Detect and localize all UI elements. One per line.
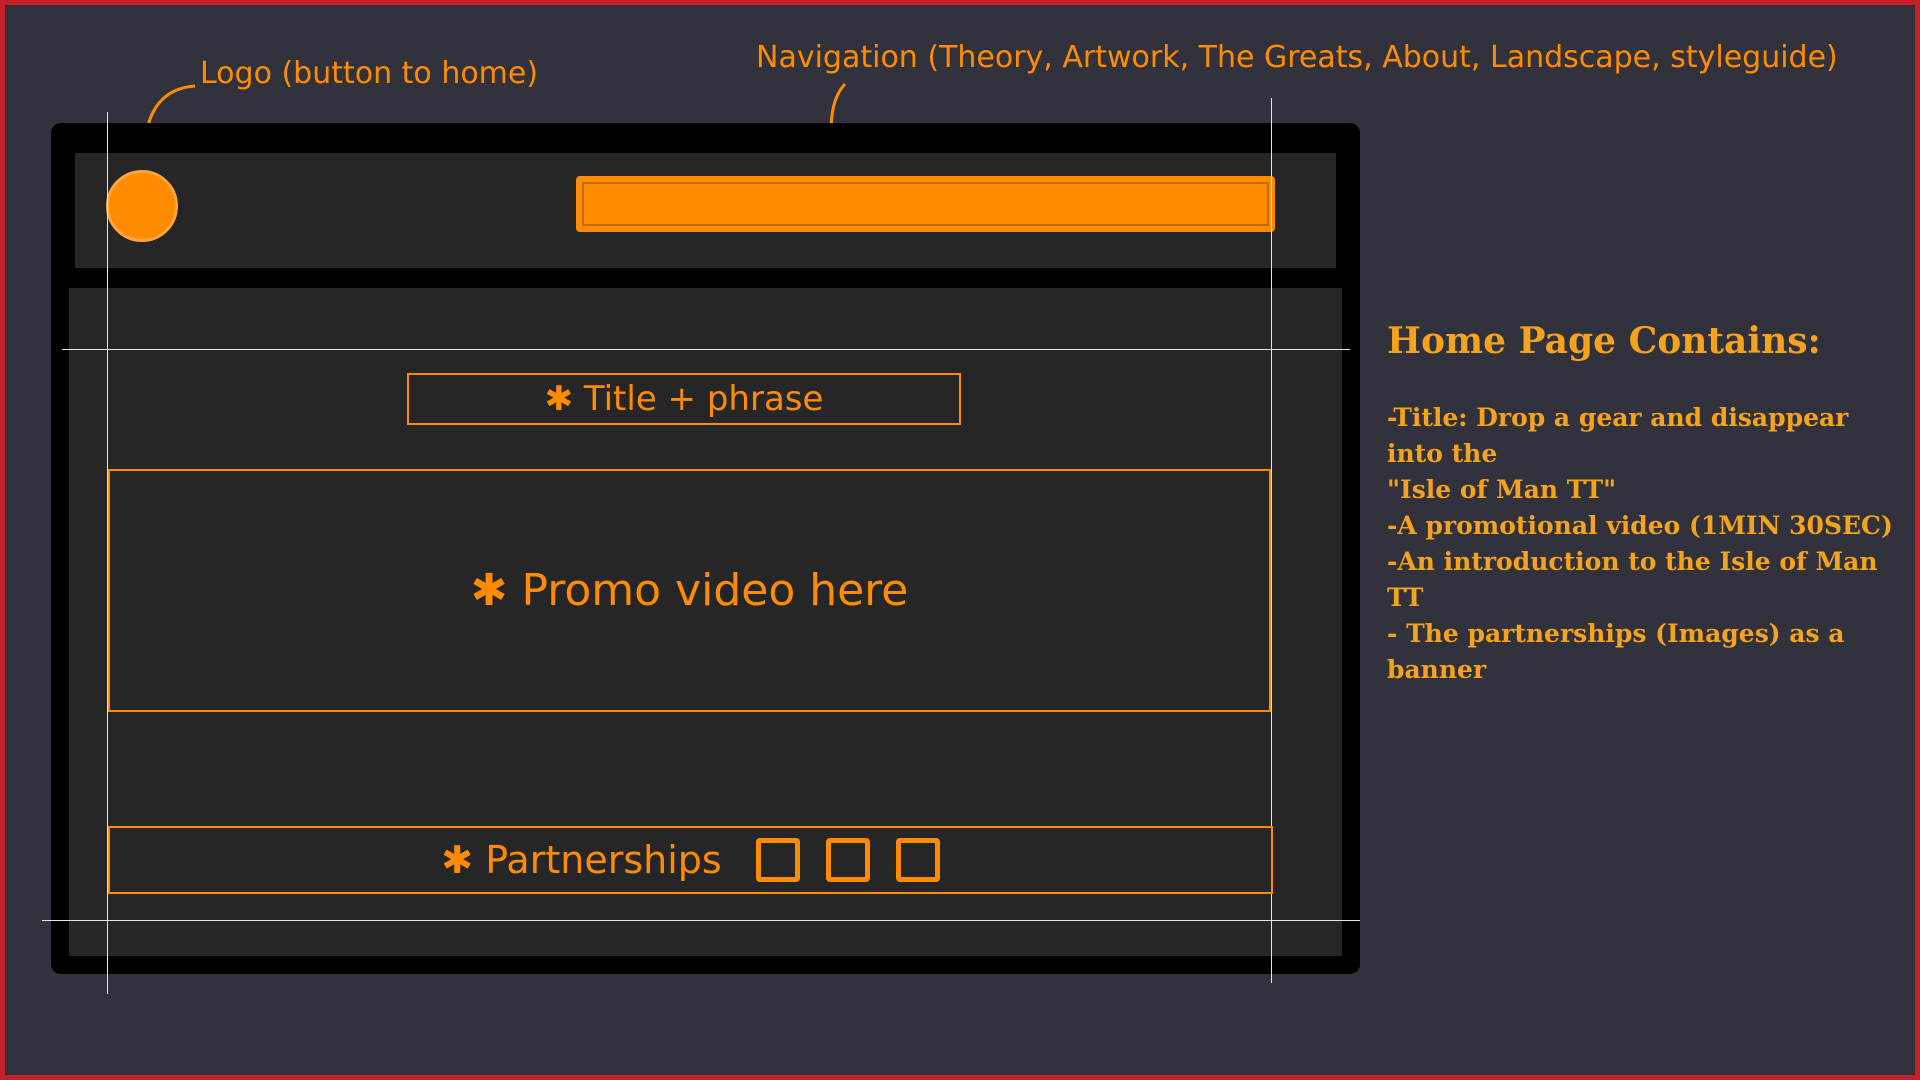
notes-line: -Title: Drop a gear and disappear into t…: [1387, 403, 1849, 468]
promo-video-box: ✱ Promo video here: [108, 469, 1271, 712]
promo-video-label: ✱ Promo video here: [470, 565, 909, 616]
navigation-bar-placeholder[interactable]: [576, 176, 1275, 232]
logo-placeholder[interactable]: [106, 170, 178, 242]
logo-annotation: Logo (button to home): [200, 56, 539, 91]
guide-line-top: [62, 349, 1350, 350]
partner-logo-placeholder: [895, 838, 940, 882]
notes-line: -A promotional video (1MIN 30SEC): [1387, 511, 1893, 540]
notes-panel: Home Page Contains: -Title: Drop a gear …: [1387, 320, 1907, 688]
notes-line: "Isle of Man TT": [1387, 475, 1617, 504]
notes-heading: Home Page Contains:: [1387, 320, 1821, 362]
notes-line: -An introduction to the Isle of Man TT: [1387, 547, 1878, 612]
partner-logo-placeholder: [755, 838, 800, 882]
notes-line: - The partnerships (Images) as a banner: [1387, 619, 1845, 684]
guide-line-bottom: [42, 920, 1360, 921]
title-phrase-box: ✱ Title + phrase: [407, 373, 961, 425]
title-phrase-label: ✱ Title + phrase: [544, 379, 824, 419]
partnerships-label: ✱ Partnerships: [441, 838, 722, 882]
navigation-annotation: Navigation (Theory, Artwork, The Greats,…: [756, 40, 1838, 75]
partnerships-banner: ✱ Partnerships: [108, 826, 1273, 894]
partner-logo-placeholder: [825, 838, 870, 882]
